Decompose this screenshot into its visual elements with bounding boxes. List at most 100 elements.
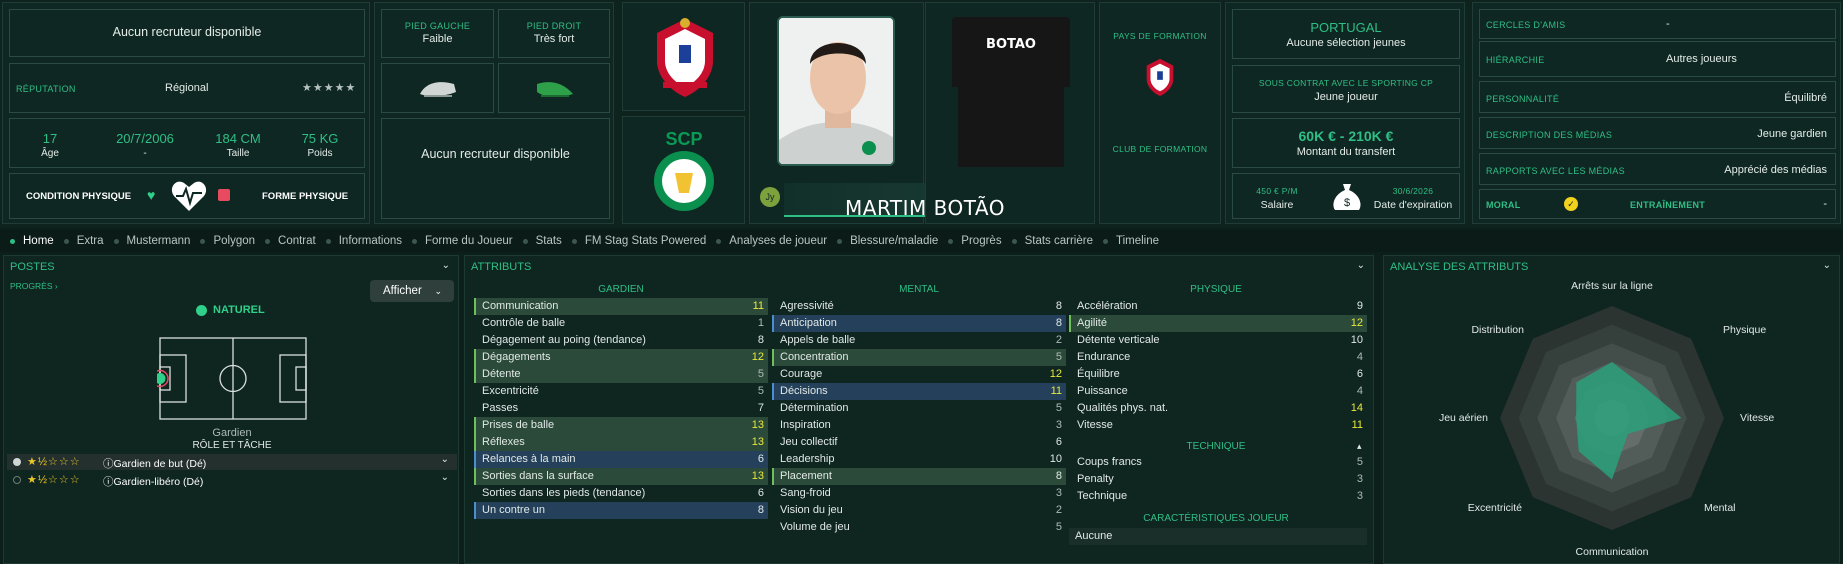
attribute-row[interactable]: Placement 8 [772, 468, 1066, 485]
tab-label: Timeline [1115, 235, 1159, 247]
chevron-down-icon[interactable]: ⌄ [1357, 260, 1365, 271]
dob-label: - [143, 148, 147, 159]
media-rel-row: RAPPORTS AVEC LES MÉDIAS Apprécié des mé… [1479, 153, 1836, 185]
traits-value: Aucune [1069, 528, 1367, 545]
salary-box: 450 € P/M Salaire $ 30/6/2026 Date d'exp… [1232, 173, 1460, 219]
caret-up-icon[interactable]: ▴ [1357, 441, 1362, 452]
tab-2[interactable]: Mustermann [113, 235, 190, 247]
tab-label: Stats carrière [1024, 235, 1093, 247]
tab-7[interactable]: Stats [522, 235, 562, 247]
chevron-down-icon[interactable]: ⌄ [442, 260, 450, 271]
radar-axis-label: Arrêts sur la ligne [1571, 280, 1653, 292]
attribute-row[interactable]: Réflexes 13 [474, 434, 768, 451]
tab-12[interactable]: Stats carrière [1011, 235, 1093, 247]
attribute-row[interactable]: Agressivité 8 [772, 298, 1066, 315]
attribute-row[interactable]: Dégagement au poing (tendance) 8 [474, 332, 768, 349]
progress-label: PROGRÈS [10, 281, 53, 291]
attribute-row[interactable]: Détermination 5 [772, 400, 1066, 417]
attribute-row[interactable]: Détente verticale 10 [1069, 332, 1367, 349]
attribute-row[interactable]: Sorties dans la surface 13 [474, 468, 768, 485]
attribute-row[interactable]: Accélération 9 [1069, 298, 1367, 315]
role-row[interactable]: ★½☆☆☆ ⓘGardien de but (Dé) ⌄ [7, 454, 457, 470]
attribute-row[interactable]: Communication 11 [474, 298, 768, 315]
transfer-value: 60K € - 210K € [1298, 128, 1394, 144]
role-name-text: Gardien de but (Dé) [113, 458, 207, 470]
chevron-down-icon[interactable]: ⌄ [441, 454, 449, 465]
show-button-label: Afficher [383, 285, 422, 297]
tab-11[interactable]: Progrès [948, 235, 1002, 247]
radar-axis-label: Distribution [1471, 324, 1524, 336]
tab-10[interactable]: Blessure/maladie [837, 235, 938, 247]
attribute-row[interactable]: Leadership 10 [772, 451, 1066, 468]
tab-4[interactable]: Contrat [265, 235, 316, 247]
role-radio-icon[interactable] [13, 458, 21, 466]
personality-row: PERSONNALITÉ Équilibré [1479, 81, 1836, 113]
tab-9[interactable]: Analyses de joueur [716, 235, 827, 247]
tab-3[interactable]: Polygon [200, 235, 255, 247]
attribute-row[interactable]: Excentricité 5 [474, 383, 768, 400]
salary-label: Salaire [1260, 199, 1294, 211]
tab-5[interactable]: Informations [325, 235, 402, 247]
attribute-row[interactable]: Prises de balle 13 [474, 417, 768, 434]
transfer-box: 60K € - 210K € Montant du transfert [1232, 118, 1460, 168]
attribute-row[interactable]: Technique 3 [1069, 488, 1367, 505]
attribute-row[interactable]: Endurance 4 [1069, 349, 1367, 366]
attribute-row[interactable]: Jeu collectif 6 [772, 434, 1066, 451]
attribute-row[interactable]: Volume de jeu 5 [772, 519, 1066, 536]
attribute-row[interactable]: Équilibre 6 [1069, 366, 1367, 383]
attribute-row[interactable]: Décisions 11 [772, 383, 1066, 400]
media-desc-row: DESCRIPTION DES MÉDIAS Jeune gardien [1479, 117, 1836, 149]
tab-8[interactable]: FM Stag Stats Powered [571, 235, 706, 247]
attribute-row[interactable]: Relances à la main 6 [474, 451, 768, 468]
attribute-value: 7 [757, 402, 764, 414]
attribute-row[interactable]: Inspiration 3 [772, 417, 1066, 434]
tab-6[interactable]: Forme du Joueur [412, 235, 513, 247]
tab-dot-icon [113, 238, 119, 244]
attribute-value: 6 [757, 453, 764, 465]
gk-header: GARDIEN [598, 284, 644, 295]
attribute-value: 3 [1356, 490, 1363, 502]
attribute-row[interactable]: Sorties dans les pieds (tendance) 6 [474, 485, 768, 502]
attribute-row[interactable]: Agilité 12 [1069, 315, 1367, 332]
tab-1[interactable]: Extra [63, 235, 104, 247]
chevron-down-icon[interactable]: ⌄ [441, 472, 449, 483]
role-radio-icon[interactable] [13, 476, 21, 484]
attribute-value: 6 [1356, 368, 1363, 380]
tab-label: Home [23, 235, 54, 247]
morale-icon: ✓ [1564, 197, 1578, 211]
attribute-value: 3 [1055, 419, 1062, 431]
attribute-row[interactable]: Coups francs 5 [1069, 454, 1367, 471]
reputation-value: Régional [165, 82, 209, 94]
attribute-row[interactable]: Sang-froid 3 [772, 485, 1066, 502]
attribute-row[interactable]: Appels de balle 2 [772, 332, 1066, 349]
heartbeat-icon [171, 181, 207, 211]
attribute-row[interactable]: Puissance 4 [1069, 383, 1367, 400]
attribute-row[interactable]: Qualités phys. nat. 14 [1069, 400, 1367, 417]
tab-13[interactable]: Timeline [1102, 235, 1159, 247]
left-foot-box: PIED GAUCHE Faible [381, 9, 494, 58]
attribute-row[interactable]: Passes 7 [474, 400, 768, 417]
attribute-row[interactable]: Courage 12 [772, 366, 1066, 383]
attribute-value: 3 [1356, 473, 1363, 485]
position-name: Gardien [212, 427, 252, 439]
tab-dot-icon [571, 238, 577, 244]
club-badge-box: SCP [622, 116, 745, 224]
training-label: ENTRAÎNEMENT [1630, 200, 1706, 210]
role-row[interactable]: ★½☆☆☆ ⓘGardien-libéro (Dé) ⌄ [7, 472, 457, 488]
formation-country-box: PAYS DE FORMATION [1100, 3, 1220, 111]
progress-link[interactable]: PROGRÈS › [10, 281, 58, 291]
attribute-row[interactable]: Penalty 3 [1069, 471, 1367, 488]
show-button[interactable]: Afficher ⌄ [370, 280, 454, 302]
attribute-name: Excentricité [482, 385, 539, 397]
attribute-row[interactable]: Un contre un 8 [474, 502, 768, 519]
attribute-row[interactable]: Contrôle de balle 1 [474, 315, 768, 332]
attribute-row[interactable]: Vitesse 11 [1069, 417, 1367, 434]
attribute-row[interactable]: Dégagements 12 [474, 349, 768, 366]
attribute-row[interactable]: Détente 5 [474, 366, 768, 383]
attribute-value: 5 [1055, 402, 1062, 414]
tab-0[interactable]: Home [10, 235, 54, 247]
attribute-row[interactable]: Concentration 5 [772, 349, 1066, 366]
attribute-row[interactable]: Anticipation 8 [772, 315, 1066, 332]
shirt-name: BOTAO [986, 37, 1036, 52]
attribute-row[interactable]: Vision du jeu 2 [772, 502, 1066, 519]
